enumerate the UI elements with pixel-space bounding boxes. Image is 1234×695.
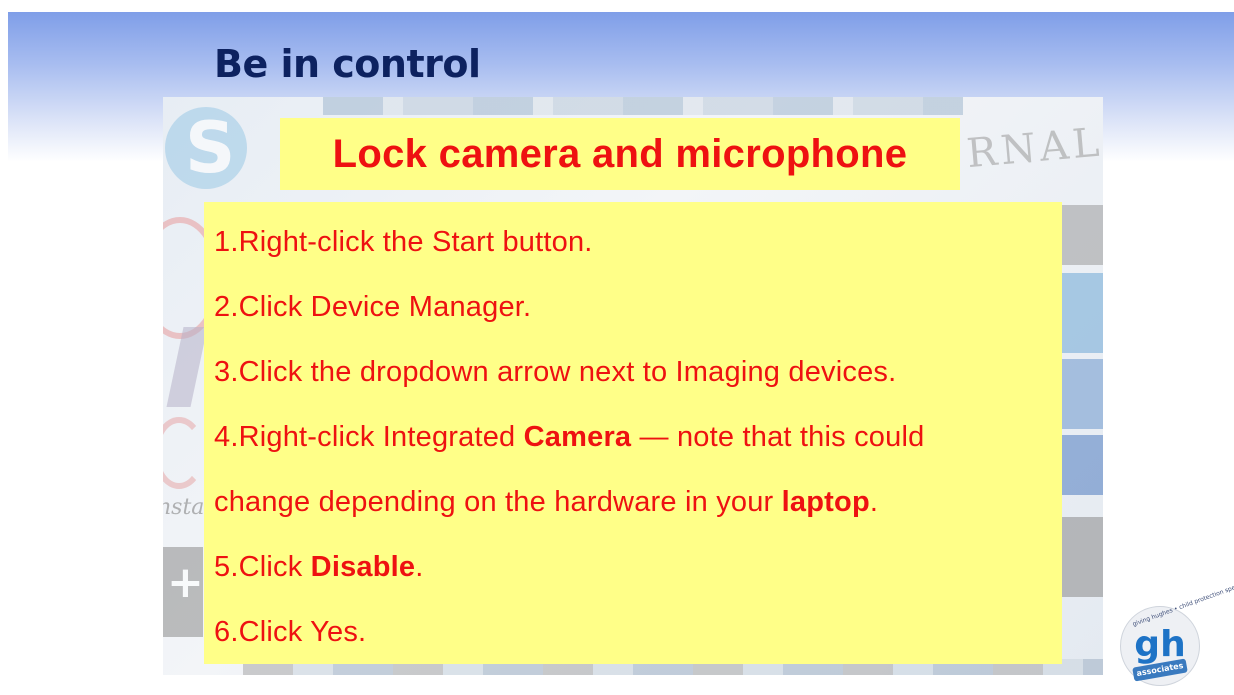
gh-associates-logo-icon: giving hughes • child protection special…	[1120, 577, 1234, 686]
logo-tile-gray	[1059, 205, 1103, 265]
step-5: 5.Click Disable.	[214, 551, 424, 583]
instagram-logo-text: nsta	[163, 495, 205, 520]
heading-highlight-box: Lock camera and microphone	[280, 118, 960, 190]
camera-emphasis: Camera	[523, 421, 632, 453]
instructions-box: 1.Right-click the Start button. 2.Click …	[204, 202, 1062, 664]
badge-letters: gh	[1134, 624, 1186, 665]
step-2: 2.Click Device Manager.	[214, 291, 532, 323]
foursquare-logo-icon	[1059, 359, 1103, 429]
step-6: 6.Click Yes.	[214, 616, 367, 648]
logo-tile-dark	[1059, 517, 1103, 597]
logo-tile-blue	[1059, 435, 1103, 495]
step-4-continued: change depending on the hardware in your…	[214, 486, 879, 518]
red-arc-logo-icon	[163, 417, 205, 489]
step-3: 3.Click the dropdown arrow next to Imagi…	[214, 356, 897, 388]
lock-camera-heading: Lock camera and microphone	[332, 131, 908, 176]
step-1: 1.Right-click the Start button.	[214, 226, 593, 258]
disable-emphasis: Disable	[310, 551, 416, 583]
logo-strip-top	[323, 97, 963, 115]
twitter-logo-icon	[1059, 273, 1103, 353]
skype-logo-icon	[165, 107, 247, 189]
yahoo-logo-icon	[166, 327, 208, 407]
slide-title: Be in control	[214, 42, 481, 86]
plus-logo-icon	[163, 547, 204, 637]
slide: Be in control nsta URNAL Lock camera and…	[0, 0, 1234, 695]
laptop-emphasis: laptop	[781, 486, 870, 518]
step-4: 4.Right-click Integrated Camera — note t…	[214, 421, 925, 453]
